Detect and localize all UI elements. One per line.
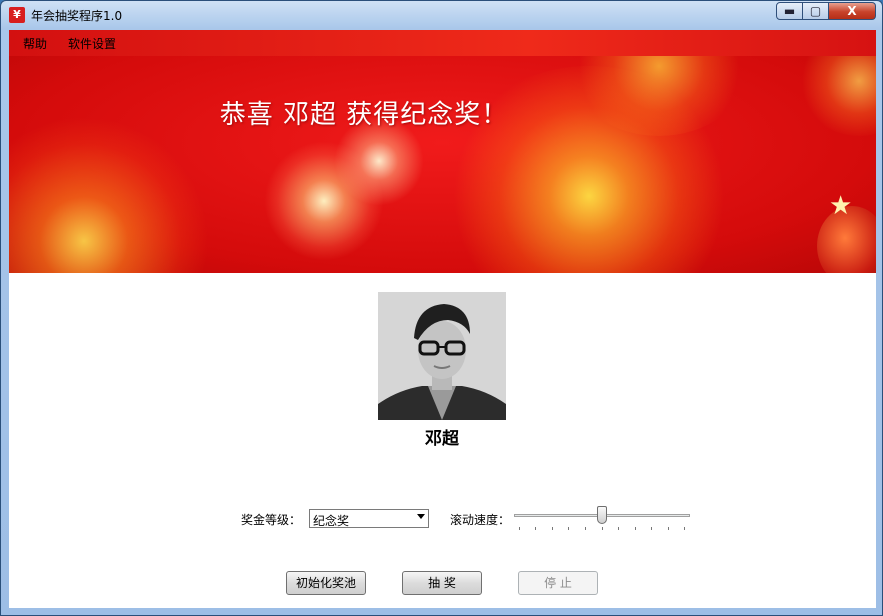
slider-tick	[519, 527, 520, 530]
firework-decoration	[799, 56, 876, 136]
prize-level-label: 奖金等级：	[241, 513, 302, 527]
prize-level-value: 纪念奖	[313, 514, 350, 528]
menu-bar: 帮助 软件设置	[9, 30, 876, 56]
firework-decoration	[9, 116, 209, 273]
minimize-button[interactable]: ▬	[776, 2, 803, 20]
menu-help[interactable]: 帮助	[23, 35, 47, 52]
chevron-down-icon[interactable]	[417, 514, 425, 519]
menu-settings[interactable]: 软件设置	[68, 35, 116, 52]
prize-level-dropdown[interactable]: 纪念奖	[309, 509, 429, 528]
winner-photo	[378, 292, 506, 420]
winner-name: 邓超	[425, 429, 459, 449]
celebration-banner: ★ 恭喜 邓超 获得纪念奖！	[9, 56, 876, 273]
window-title: 年会抽奖程序1.0	[31, 9, 123, 23]
slider-tick	[684, 527, 685, 530]
stop-button[interactable]: 停 止	[518, 571, 598, 595]
scroll-speed-slider[interactable]	[514, 505, 690, 533]
maximize-button[interactable]: ▢	[803, 2, 829, 20]
draw-button[interactable]: 抽 奖	[402, 571, 482, 595]
slider-tick	[535, 527, 536, 530]
window-controls: ▬ ▢ X	[776, 2, 876, 22]
slider-tick	[585, 527, 586, 530]
slider-tick	[668, 527, 669, 530]
slider-tick	[552, 527, 553, 530]
init-pool-button[interactable]: 初始化奖池	[286, 571, 366, 595]
slider-thumb[interactable]	[597, 506, 607, 524]
slider-tick	[651, 527, 652, 530]
title-bar[interactable]: ¥ 年会抽奖程序1.0 ▬ ▢ X	[1, 1, 882, 30]
slider-tick	[635, 527, 636, 530]
portrait-photo-icon	[378, 292, 506, 420]
close-button[interactable]: X	[829, 2, 876, 20]
slider-tick	[602, 527, 603, 530]
slider-tick	[618, 527, 619, 530]
app-icon: ¥	[9, 7, 25, 23]
scroll-speed-label: 滚动速度：	[450, 513, 511, 527]
app-window: ¥ 年会抽奖程序1.0 ▬ ▢ X 帮助 软件设置 ★ 恭喜 邓超 获得纪念奖！	[0, 0, 883, 616]
client-area: 帮助 软件设置 ★ 恭喜 邓超 获得纪念奖！ 邓超 奖金等级： 纪念奖 滚动速度…	[9, 30, 876, 608]
slider-tick	[568, 527, 569, 530]
star-icon: ★	[829, 191, 853, 221]
winner-headline: 恭喜 邓超 获得纪念奖！	[219, 100, 509, 130]
